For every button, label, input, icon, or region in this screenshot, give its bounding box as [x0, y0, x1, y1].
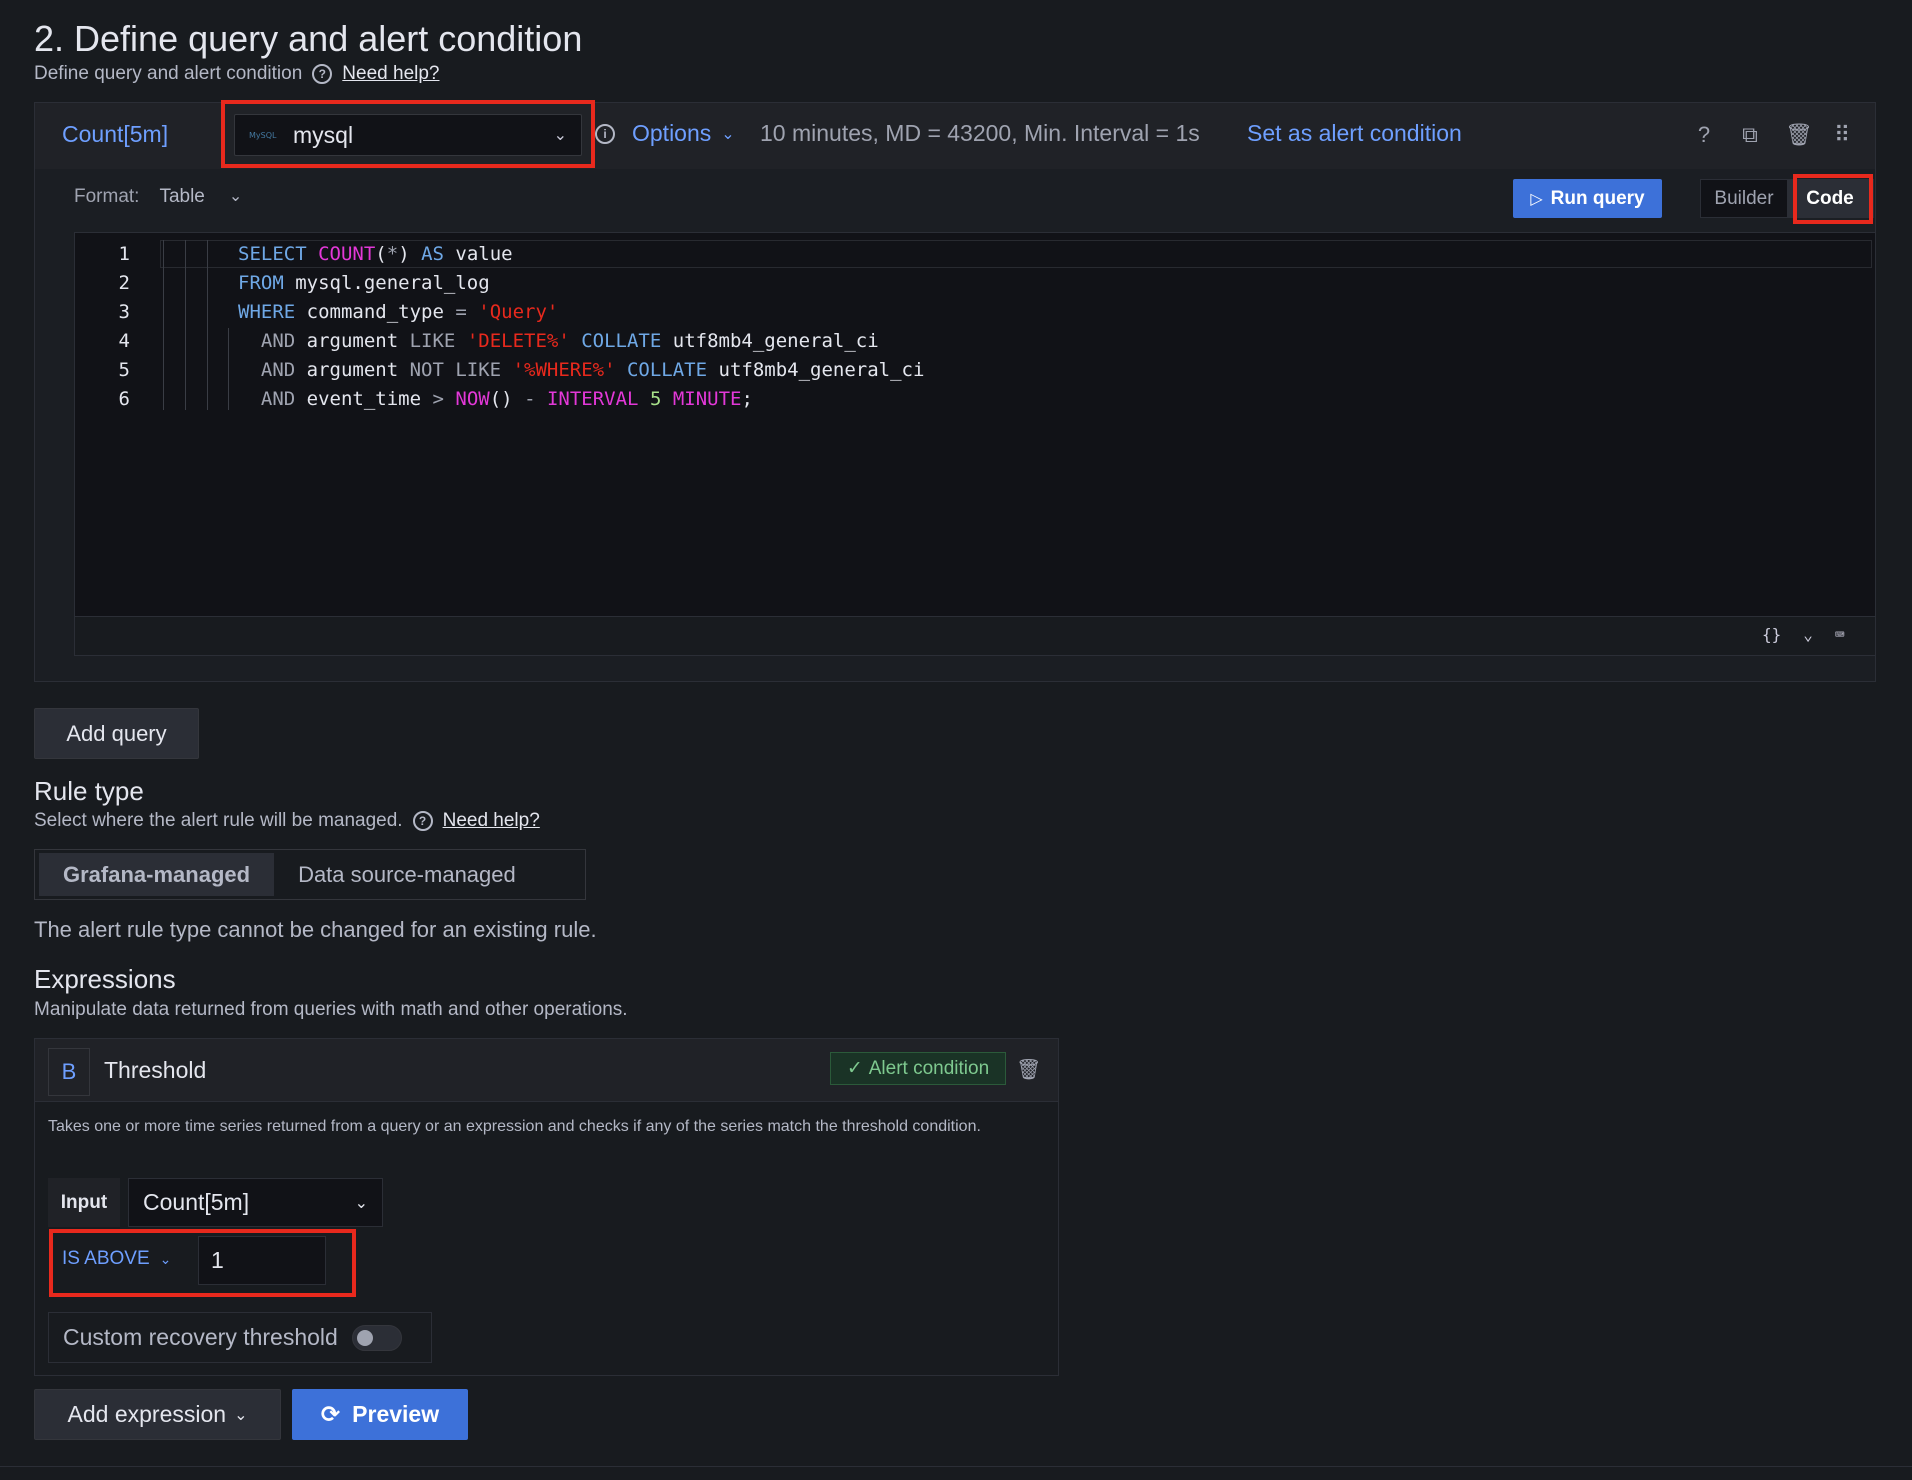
alert-condition-badge: ✓ Alert condition [830, 1052, 1006, 1085]
play-icon: ▷ [1530, 190, 1543, 208]
rule-type-toggle: Grafana-managed Data source-managed [34, 849, 586, 900]
rule-type-subtitle-text: Select where the alert rule will be mana… [34, 810, 403, 831]
code-line: 4 AND argument LIKE 'DELETE%' COLLATE ut… [80, 327, 924, 356]
run-query-button[interactable]: ▷ Run query [1513, 179, 1662, 218]
code-mode-highlight [1793, 174, 1873, 224]
add-expression-button[interactable]: Add expression ⌄ [34, 1389, 281, 1440]
line-number: 6 [118, 388, 130, 410]
input-select[interactable]: Count[5m] ⌄ [128, 1178, 383, 1227]
custom-recovery-label: Custom recovery threshold [63, 1324, 338, 1350]
editor-footer-icons: {} ⌄ ⌨ [1762, 625, 1845, 644]
format-value: Table [159, 186, 205, 207]
subtitle-text: Define query and alert condition [34, 63, 303, 84]
builder-mode-button[interactable]: Builder [1701, 188, 1787, 210]
line-number: 1 [118, 243, 130, 265]
need-help-link[interactable]: Need help? [443, 810, 540, 832]
info-icon[interactable]: i [595, 124, 615, 144]
chevron-down-icon: ⌄ [234, 1406, 248, 1424]
datasource-managed-option[interactable]: Data source-managed [274, 853, 540, 896]
query-name[interactable]: Count[5m] [62, 121, 168, 148]
options-label: Options [632, 120, 712, 146]
need-help-link[interactable]: Need help? [342, 63, 439, 85]
add-expression-label: Add expression [67, 1401, 227, 1427]
expressions-title: Expressions [34, 964, 176, 994]
help-icon: ? [412, 811, 433, 831]
preview-button[interactable]: ⟳ Preview [292, 1389, 468, 1440]
chevron-down-icon: ⌄ [354, 1194, 368, 1212]
format-row: Format: Table ⌄ [74, 186, 242, 208]
format-label: Format: [74, 186, 140, 207]
rule-type-subtitle: Select where the alert rule will be mana… [34, 810, 540, 832]
threshold-highlight [49, 1229, 356, 1297]
code-line: 6 AND event_time > NOW() - INTERVAL 5 MI… [80, 385, 924, 414]
code-line: 2 FROM mysql.general_log [80, 269, 924, 298]
drag-handle-icon[interactable]: ⠿ [1831, 122, 1853, 148]
code-line: 5 AND argument NOT LIKE '%WHERE%' COLLAT… [80, 356, 925, 385]
set-alert-condition-button[interactable]: Set as alert condition [1247, 120, 1462, 147]
help-icon[interactable]: ? [1693, 122, 1715, 148]
line-number: 3 [118, 301, 130, 323]
duplicate-icon[interactable]: ⧉ [1739, 122, 1761, 148]
options-toggle[interactable]: Options ⌄ [632, 120, 735, 147]
code-lines: 1 SELECT COUNT(*) AS value 2 FROM mysql.ge… [80, 240, 925, 414]
input-value: Count[5m] [143, 1189, 250, 1215]
expressions-subtitle: Manipulate data returned from queries wi… [34, 999, 628, 1020]
expression-ref-id[interactable]: B [48, 1048, 90, 1096]
alert-condition-label: Alert condition [868, 1057, 990, 1079]
add-query-button[interactable]: Add query [34, 708, 199, 759]
help-icon: ? [312, 64, 333, 84]
chevron-down-icon: ⌄ [228, 188, 243, 205]
keyboard-icon[interactable]: ⌨ [1835, 625, 1845, 644]
format-select[interactable]: Table ⌄ [159, 186, 242, 208]
divider [0, 1466, 1912, 1467]
trash-icon[interactable]: 🗑 [1016, 1057, 1041, 1082]
trash-icon[interactable]: 🗑 [1785, 122, 1813, 148]
expression-type: Threshold [104, 1057, 207, 1083]
expression-description: Takes one or more time series returned f… [48, 1118, 981, 1135]
run-query-label: Run query [1550, 187, 1645, 209]
rule-type-note: The alert rule type cannot be changed fo… [34, 917, 597, 942]
input-label: Input [48, 1178, 120, 1227]
grafana-managed-option[interactable]: Grafana-managed [39, 853, 275, 896]
preview-label: Preview [352, 1401, 440, 1427]
line-number: 4 [118, 330, 130, 352]
datasource-highlight [221, 100, 595, 168]
custom-recovery-switch[interactable] [351, 1324, 402, 1351]
code-line: 3 WHERE command_type = 'Query' [80, 298, 924, 327]
custom-recovery-row: Custom recovery threshold [48, 1312, 432, 1363]
editor-footer [74, 616, 1876, 656]
refresh-icon: ⟳ [320, 1401, 341, 1427]
query-options-summary: 10 minutes, MD = 43200, Min. Interval = … [760, 120, 1200, 146]
code-line: 1 SELECT COUNT(*) AS value [80, 240, 924, 269]
page-subtitle: Define query and alert condition ? Need … [34, 63, 440, 85]
query-actions: ? ⧉ 🗑 ⠿ [1693, 122, 1853, 148]
chevron-down-icon: ⌄ [721, 125, 735, 143]
page-title: 2. Define query and alert condition [34, 18, 583, 59]
line-number: 5 [118, 359, 130, 381]
rule-type-title: Rule type [34, 776, 144, 806]
chevron-down-icon[interactable]: ⌄ [1803, 625, 1813, 644]
format-code-icon[interactable]: {} [1762, 625, 1781, 644]
check-icon: ✓ [846, 1058, 863, 1079]
line-number: 2 [118, 272, 130, 294]
